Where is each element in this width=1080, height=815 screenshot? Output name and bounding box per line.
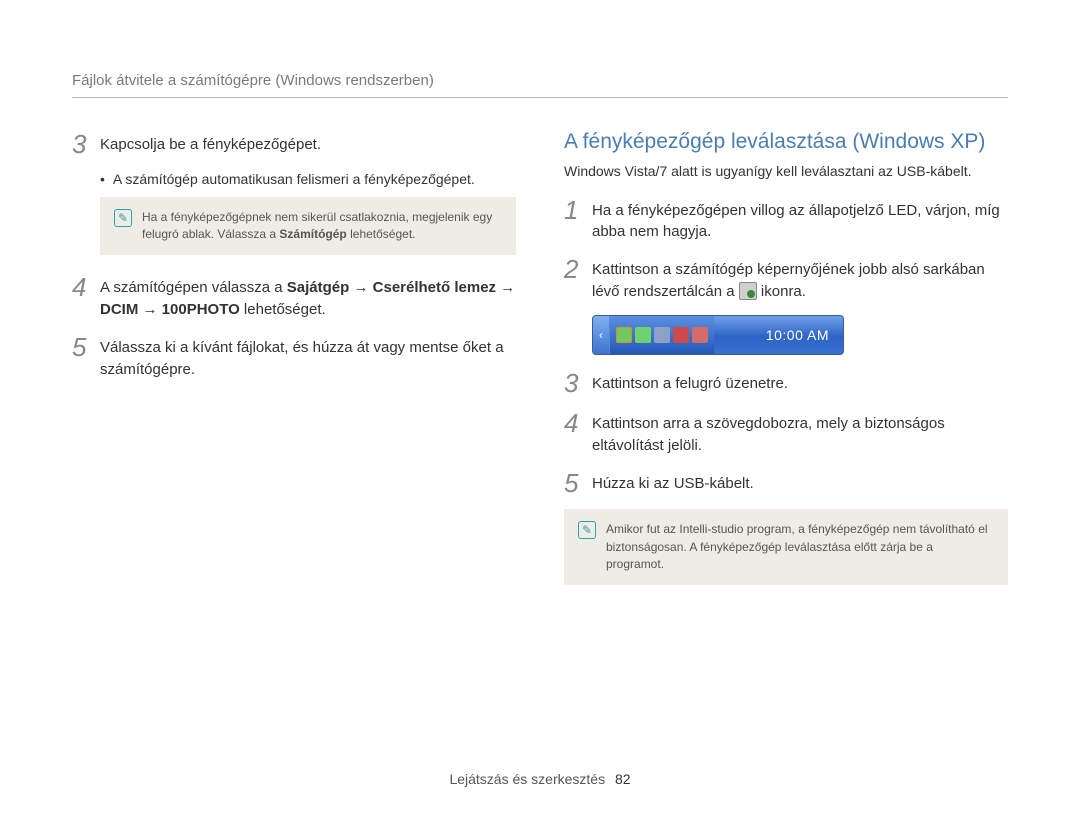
step-text: Kattintson a számítógép képernyőjének jo… [592, 255, 1008, 303]
step-text: Válassza ki a kívánt fájlokat, és húzza … [100, 333, 516, 381]
bullet-text: A számítógép automatikusan felismeri a f… [113, 171, 475, 187]
right-step-5: 5 Húzza ki az USB-kábelt. [564, 469, 1008, 498]
step-text: Húzza ki az USB-kábelt. [592, 469, 754, 495]
step-3-note: ✎ Ha a fényképezőgépnek nem sikerül csat… [100, 197, 516, 256]
content-columns: 3 Kapcsolja be a fényképezőgépet. A szám… [72, 130, 1008, 603]
right-step-3: 3 Kattintson a felugró üzenetre. [564, 369, 1008, 398]
step-number: 3 [564, 369, 592, 398]
right-note: ✎ Amikor fut az Intelli-studio program, … [564, 509, 1008, 585]
step-5: 5 Válassza ki a kívánt fájlokat, és húzz… [72, 333, 516, 381]
right-column: A fényképezőgép leválasztása (Windows XP… [564, 130, 1008, 603]
step-number: 4 [564, 409, 592, 438]
step-number: 5 [72, 333, 100, 362]
note-icon: ✎ [114, 209, 132, 227]
step-3: 3 Kapcsolja be a fényképezőgépet. [72, 130, 516, 159]
note-text: Ha a fényképezőgépnek nem sikerül csatla… [142, 209, 502, 244]
page-header: Fájlok átvitele a számítógépre (Windows … [72, 72, 1008, 98]
page-number: 82 [615, 771, 631, 787]
page-footer: Lejátszás és szerkesztés 82 [0, 771, 1080, 787]
manual-page: Fájlok átvitele a számítógépre (Windows … [0, 0, 1080, 815]
step-text: Kattintson arra a szövegdobozra, mely a … [592, 409, 1008, 457]
step-number: 4 [72, 273, 100, 302]
step-text: Ha a fényképezőgépen villog az állapotje… [592, 196, 1008, 244]
section-heading: A fényképezőgép leválasztása (Windows XP… [564, 130, 1008, 154]
step-text: Kapcsolja be a fényképezőgépet. [100, 130, 321, 156]
note-icon: ✎ [578, 521, 596, 539]
left-column: 3 Kapcsolja be a fényképezőgépet. A szám… [72, 130, 516, 603]
footer-section: Lejátszás és szerkesztés [449, 771, 605, 787]
tray-icon [654, 327, 670, 343]
step-number: 2 [564, 255, 592, 284]
right-step-1: 1 Ha a fényképezőgépen villog az állapot… [564, 196, 1008, 244]
taskbar-chevron-icon: ‹ [593, 316, 610, 354]
section-subtitle: Windows Vista/7 alatt is ugyanígy kell l… [564, 162, 1008, 182]
safely-remove-hardware-icon [616, 327, 632, 343]
system-tray [610, 316, 714, 354]
step-number: 3 [72, 130, 100, 159]
tray-icon [635, 327, 651, 343]
step-number: 1 [564, 196, 592, 225]
step-3-bullet: A számítógép automatikusan felismeri a f… [100, 171, 516, 187]
note-text: Amikor fut az Intelli-studio program, a … [606, 521, 994, 573]
step-text: Kattintson a felugró üzenetre. [592, 369, 788, 395]
tray-icon [692, 327, 708, 343]
tray-icon [673, 327, 689, 343]
safely-remove-hardware-icon [739, 282, 757, 300]
step-number: 5 [564, 469, 592, 498]
step-text: A számítógépen válassza a Sajátgép → Cse… [100, 273, 516, 321]
taskbar-clock: 10:00 AM [756, 316, 843, 354]
windows-taskbar-screenshot: ‹ 10:00 AM [592, 315, 844, 355]
right-step-4: 4 Kattintson arra a szövegdobozra, mely … [564, 409, 1008, 457]
step-4: 4 A számítógépen válassza a Sajátgép → C… [72, 273, 516, 321]
right-step-2: 2 Kattintson a számítógép képernyőjének … [564, 255, 1008, 303]
